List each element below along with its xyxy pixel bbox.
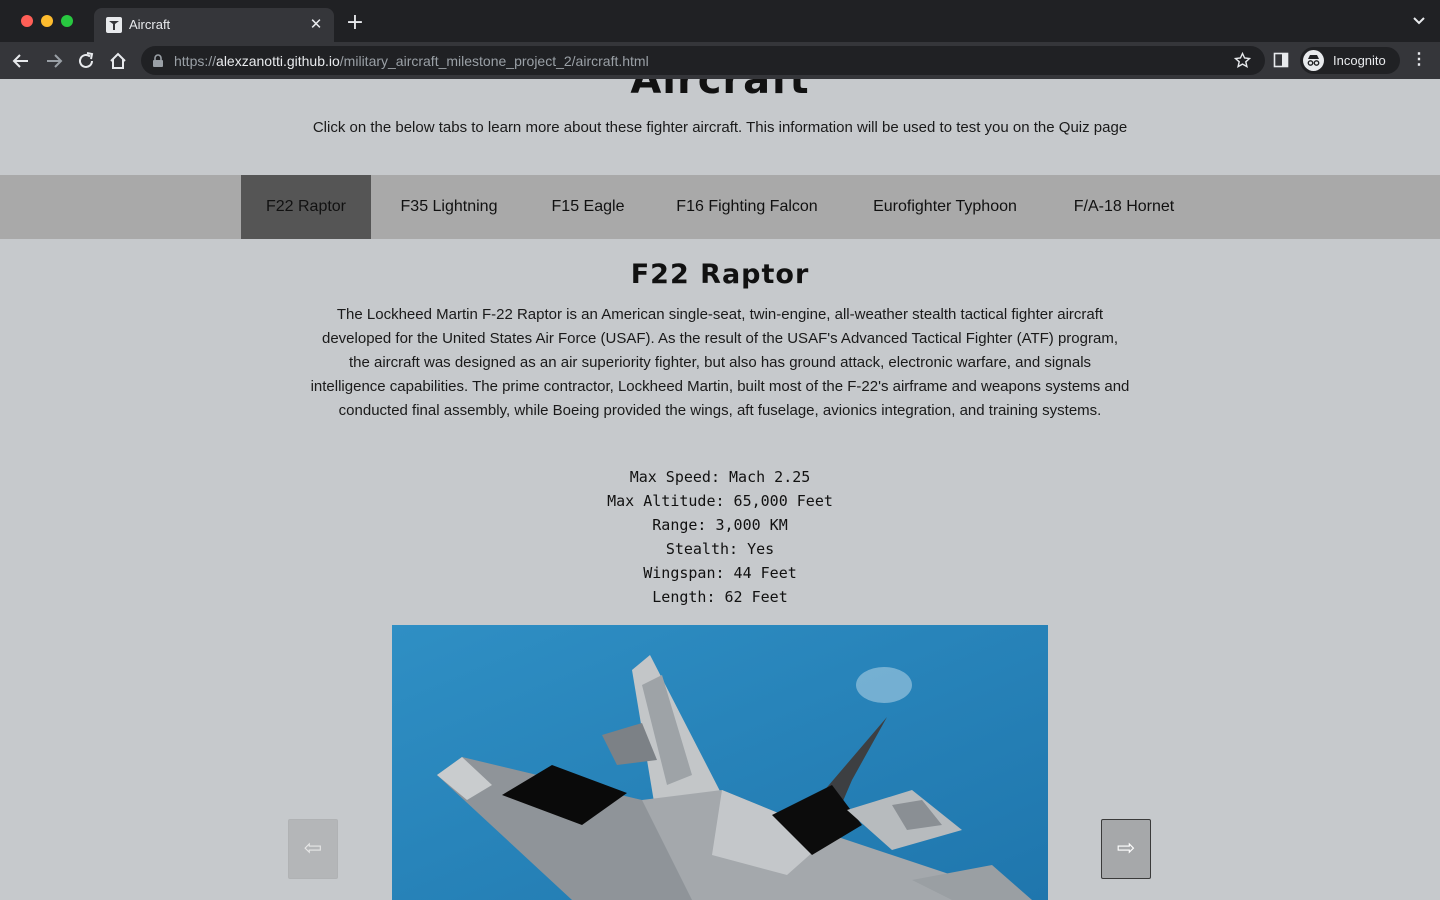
back-arrow-icon[interactable]: [10, 50, 32, 72]
close-window-button[interactable]: [21, 15, 33, 27]
spec-wingspan: Wingspan: 44 Feet: [643, 564, 797, 582]
browser-menu-icon[interactable]: ⋮: [1410, 51, 1428, 69]
tab-fa18-hornet[interactable]: F/A-18 Hornet: [1060, 175, 1188, 239]
spec-max-altitude: Max Altitude: 65,000 Feet: [607, 492, 833, 510]
spec-range: Range: 3,000 KM: [652, 516, 788, 534]
aircraft-specs: Max Speed: Mach 2.25 Max Altitude: 65,00…: [0, 465, 1440, 609]
tab-eurofighter-typhoon[interactable]: Eurofighter Typhoon: [858, 175, 1032, 239]
right-arrow-icon: ⇨: [1116, 836, 1136, 861]
lock-icon[interactable]: [152, 54, 164, 67]
minimize-window-button[interactable]: [41, 15, 53, 27]
tab-search-chevron-down-icon[interactable]: [1410, 12, 1428, 30]
home-icon[interactable]: [107, 50, 129, 72]
page-intro-text: Click on the below tabs to learn more ab…: [312, 119, 1128, 136]
aircraft-description: The Lockheed Martin F-22 Raptor is an Am…: [310, 306, 1130, 419]
reload-icon[interactable]: [75, 50, 97, 72]
carousel-prev-button[interactable]: ⇦: [288, 819, 338, 879]
new-tab-button[interactable]: +: [344, 12, 366, 34]
forward-arrow-icon[interactable]: [43, 50, 65, 72]
carousel-next-button[interactable]: ⇨: [1101, 819, 1151, 879]
incognito-profile-button[interactable]: Incognito: [1300, 47, 1400, 74]
tab-f15-eagle[interactable]: F15 Eagle: [538, 175, 638, 239]
tab-close-icon[interactable]: ✕: [306, 15, 326, 35]
spec-max-speed: Max Speed: Mach 2.25: [629, 468, 811, 486]
site-favicon-icon: [106, 17, 122, 33]
tab-f35-lightning[interactable]: F35 Lightning: [382, 175, 516, 239]
page-viewport: Aircraft Click on the below tabs to lear…: [0, 79, 1440, 900]
incognito-label: Incognito: [1333, 53, 1386, 68]
aircraft-image: [392, 625, 1048, 900]
aircraft-title: F22 Raptor: [630, 259, 810, 290]
spec-length: Length: 62 Feet: [652, 588, 788, 606]
browser-toolbar: https://alexzanotti.github.io/military_a…: [0, 42, 1440, 79]
side-panel-icon[interactable]: [1273, 52, 1289, 68]
page-title: Aircraft: [630, 79, 810, 103]
tab-f22-raptor[interactable]: F22 Raptor: [241, 175, 371, 239]
url-text[interactable]: https://alexzanotti.github.io/military_a…: [174, 53, 649, 69]
maximize-window-button[interactable]: [61, 15, 73, 27]
browser-tab-active[interactable]: Aircraft ✕: [94, 8, 334, 42]
spec-stealth: Stealth: Yes: [665, 540, 775, 558]
tab-f16-fighting-falcon[interactable]: F16 Fighting Falcon: [664, 175, 830, 239]
aircraft-tabs-bar: F22 Raptor F35 Lightning F15 Eagle F16 F…: [0, 175, 1440, 239]
browser-tabstrip: Aircraft ✕ +: [0, 0, 1440, 42]
bookmark-star-icon[interactable]: [1234, 52, 1251, 69]
browser-tab-title: Aircraft: [129, 17, 171, 32]
incognito-icon: [1303, 50, 1324, 71]
address-bar[interactable]: https://alexzanotti.github.io/military_a…: [141, 46, 1265, 75]
left-arrow-icon: ⇦: [303, 836, 323, 861]
